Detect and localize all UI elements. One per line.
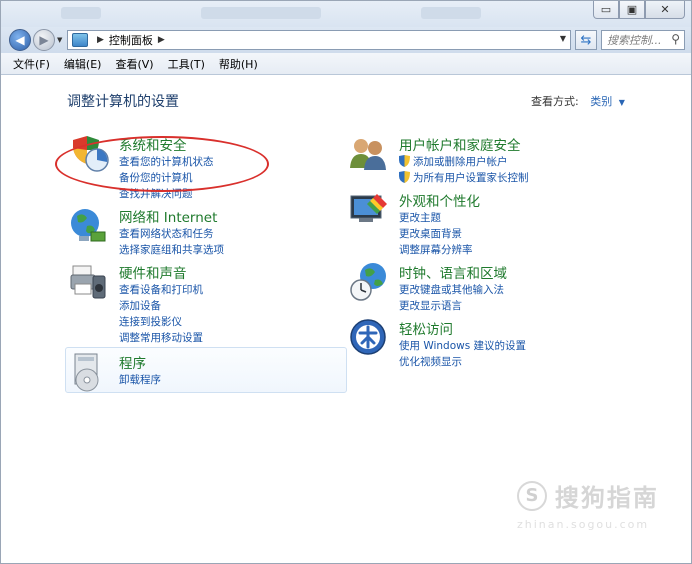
page-title: 调整计算机的设置 (67, 94, 179, 110)
address-bar[interactable]: ▶ 控制面板 ▶ ▼ (67, 30, 571, 50)
link-devices-printers[interactable]: 查看设备和打印机 (119, 282, 203, 298)
link-parental-controls[interactable]: 为所有用户设置家长控制 (399, 170, 529, 186)
uac-shield-icon (399, 155, 410, 167)
breadcrumb-separator-icon[interactable]: ▶ (97, 35, 104, 45)
view-by-label: 查看方式: (531, 95, 579, 108)
accessibility-icon[interactable] (349, 318, 389, 358)
link-uninstall-program[interactable]: 卸载程序 (119, 372, 161, 388)
menu-bar: 文件(F) 编辑(E) 查看(V) 工具(T) 帮助(H) (1, 53, 691, 75)
link-change-keyboard[interactable]: 更改键盘或其他输入法 (399, 282, 504, 298)
category-network-internet: 网络和 Internet 查看网络状态和任务 选择家庭组和共享选项 (69, 206, 329, 256)
category-title[interactable]: 硬件和声音 (119, 262, 187, 282)
watermark-url: zhinan.sogou.com (517, 518, 650, 531)
category-title[interactable]: 外观和个性化 (399, 190, 480, 210)
control-panel-window: ▭ ▣ ✕ ◀ ▶ ▼ ▶ 控制面板 ▶ ▼ ⇆ 搜索控制... ⚲ 文件(F)… (0, 0, 692, 564)
forward-button[interactable]: ▶ (33, 29, 55, 51)
watermark-text: 搜狗指南 (554, 484, 659, 512)
link-text: 为所有用户设置家长控制 (413, 172, 529, 184)
title-bar-ghost (201, 7, 321, 19)
programs-disk-icon[interactable] (69, 352, 109, 392)
link-homegroup-sharing[interactable]: 选择家庭组和共享选项 (119, 242, 224, 258)
recent-pages-dropdown[interactable]: ▼ (57, 36, 62, 44)
category-clock-language-region: 时钟、语言和区域 更改键盘或其他输入法 更改显示语言 (349, 262, 649, 312)
category-title[interactable]: 网络和 Internet (119, 206, 217, 226)
menu-file[interactable]: 文件(F) (13, 56, 50, 72)
category-title[interactable]: 用户帐户和家庭安全 (399, 134, 521, 154)
link-change-theme[interactable]: 更改主题 (399, 210, 473, 226)
category-links: 更改键盘或其他输入法 更改显示语言 (399, 282, 504, 314)
link-change-display-language[interactable]: 更改显示语言 (399, 298, 504, 314)
breadcrumb-control-panel[interactable]: 控制面板 (109, 32, 153, 48)
window-controls: ▭ ▣ ✕ (593, 1, 685, 19)
search-placeholder: 搜索控制... (607, 34, 662, 47)
category-title[interactable]: 程序 (119, 352, 146, 372)
category-title[interactable]: 轻松访问 (399, 318, 453, 338)
category-title[interactable]: 时钟、语言和区域 (399, 262, 507, 282)
link-screen-resolution[interactable]: 调整屏幕分辨率 (399, 242, 473, 258)
back-button[interactable]: ◀ (9, 29, 31, 51)
menu-edit[interactable]: 编辑(E) (64, 56, 102, 72)
title-bar-ghost (421, 7, 481, 19)
category-user-accounts: 用户帐户和家庭安全 添加或删除用户帐户 为所有用户设置家长控制 (349, 134, 649, 184)
category-links: 使用 Windows 建议的设置 优化视频显示 (399, 338, 526, 370)
link-windows-recommended-settings[interactable]: 使用 Windows 建议的设置 (399, 338, 526, 354)
red-annotation-ellipse (55, 136, 269, 192)
menu-tools[interactable]: 工具(T) (168, 56, 205, 72)
category-links: 添加或删除用户帐户 为所有用户设置家长控制 (399, 154, 529, 186)
search-icon[interactable]: ⚲ (671, 32, 680, 46)
search-input[interactable]: 搜索控制... ⚲ (601, 30, 685, 50)
clock-globe-icon[interactable] (349, 262, 389, 302)
category-links: 查看网络状态和任务 选择家庭组和共享选项 (119, 226, 224, 258)
address-toolbar: ◀ ▶ ▼ ▶ 控制面板 ▶ ▼ ⇆ 搜索控制... ⚲ (1, 27, 691, 53)
view-by-control: 查看方式: 类别 ▼ (531, 93, 625, 109)
chevron-down-icon[interactable]: ▼ (619, 98, 625, 107)
link-optimize-video-display[interactable]: 优化视频显示 (399, 354, 526, 370)
category-ease-of-access: 轻松访问 使用 Windows 建议的设置 优化视频显示 (349, 318, 649, 368)
link-connect-projector[interactable]: 连接到投影仪 (119, 314, 203, 330)
maximize-button[interactable]: ▣ (619, 1, 645, 19)
link-add-device[interactable]: 添加设备 (119, 298, 203, 314)
close-button[interactable]: ✕ (645, 1, 685, 19)
category-appearance: 外观和个性化 更改主题 更改桌面背景 调整屏幕分辨率 (349, 190, 649, 256)
link-text: 添加或删除用户帐户 (413, 156, 508, 168)
link-mobility-settings[interactable]: 调整常用移动设置 (119, 330, 203, 346)
users-icon[interactable] (349, 134, 389, 174)
printer-speaker-icon[interactable] (69, 262, 109, 302)
link-add-remove-accounts[interactable]: 添加或删除用户帐户 (399, 154, 529, 170)
link-change-background[interactable]: 更改桌面背景 (399, 226, 473, 242)
view-by-dropdown[interactable]: 类别 (590, 95, 612, 108)
category-links: 更改主题 更改桌面背景 调整屏幕分辨率 (399, 210, 473, 258)
refresh-button[interactable]: ⇆ (575, 30, 597, 50)
sogou-watermark: S 搜狗指南 zhinan.sogou.com (517, 478, 659, 531)
title-bar-ghost (61, 7, 101, 19)
globe-network-icon[interactable] (69, 206, 109, 246)
minimize-button[interactable]: ▭ (593, 1, 619, 19)
category-programs: 程序 卸载程序 (69, 352, 329, 392)
category-links: 查看设备和打印机 添加设备 连接到投影仪 调整常用移动设置 (119, 282, 203, 346)
title-bar: ▭ ▣ ✕ (1, 1, 691, 27)
menu-view[interactable]: 查看(V) (115, 56, 153, 72)
address-dropdown-icon[interactable]: ▼ (560, 34, 566, 43)
breadcrumb-separator-icon[interactable]: ▶ (158, 35, 165, 45)
link-view-network-status[interactable]: 查看网络状态和任务 (119, 226, 224, 242)
main-content: 调整计算机的设置 查看方式: 类别 ▼ 系统和安全 查看您的计算机状态 备份您的… (1, 76, 691, 563)
category-hardware-sound: 硬件和声音 查看设备和打印机 添加设备 连接到投影仪 调整常用移动设置 (69, 262, 329, 344)
menu-help[interactable]: 帮助(H) (219, 56, 258, 72)
monitor-paint-icon[interactable] (349, 190, 389, 230)
category-links: 卸载程序 (119, 372, 161, 388)
control-panel-icon (72, 33, 88, 47)
uac-shield-icon (399, 171, 410, 183)
sogou-logo-icon: S (517, 480, 547, 511)
